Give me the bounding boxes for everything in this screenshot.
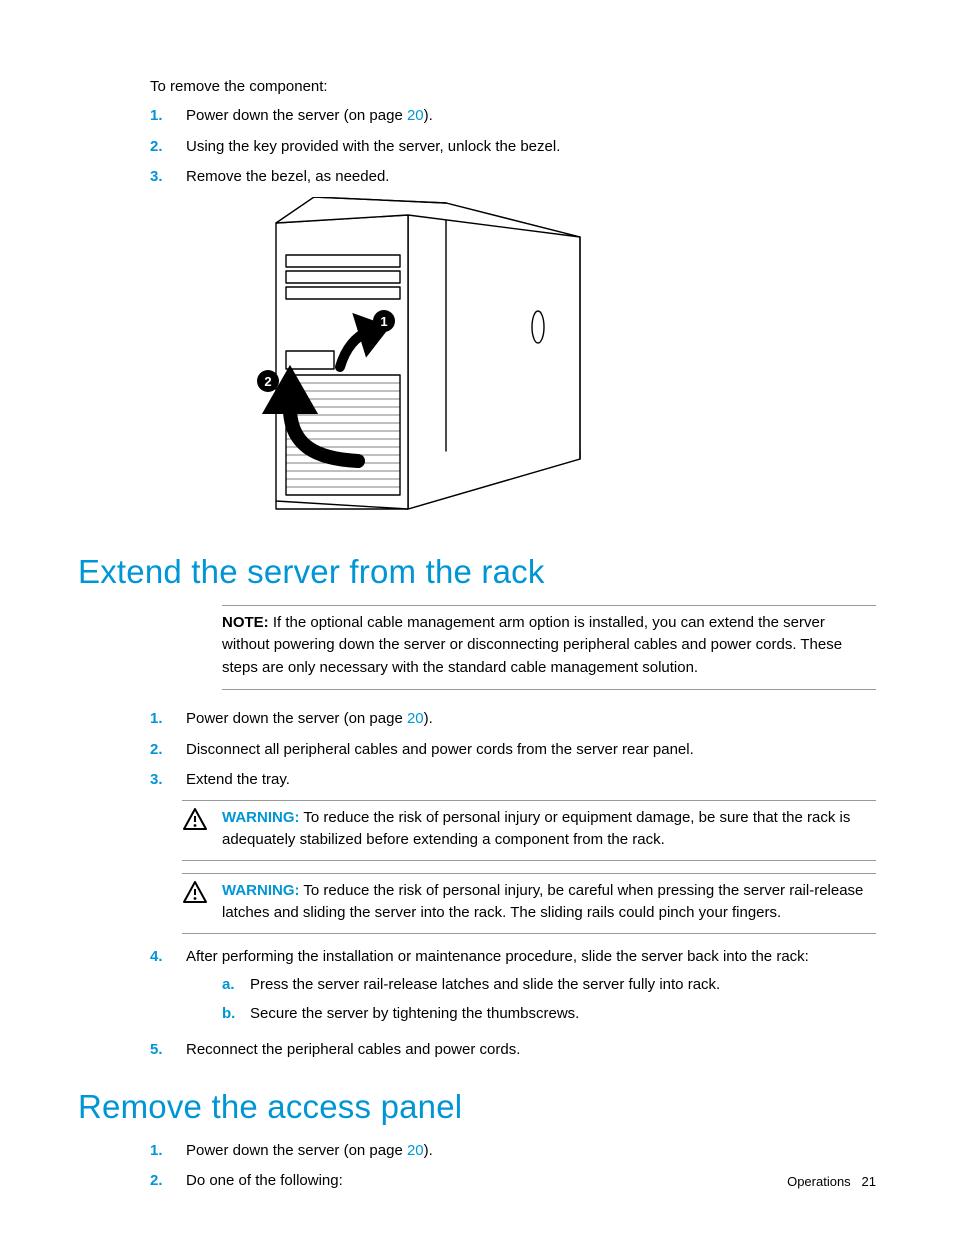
remove-access-panel-steps: 1. Power down the server (on page 20). 2… — [150, 1140, 876, 1193]
page: To remove the component: 1. Power down t… — [0, 0, 954, 1235]
step-text: Power down the server (on page 20). — [186, 105, 876, 128]
intro-text: To remove the component: — [150, 78, 876, 95]
substep-letter: a. — [222, 974, 250, 997]
page-link[interactable]: 20 — [407, 1142, 424, 1159]
warning-text: WARNING: To reduce the risk of personal … — [222, 880, 876, 925]
page-link[interactable]: 20 — [407, 107, 424, 124]
step-number: 3. — [150, 769, 186, 792]
footer-section: Operations — [787, 1174, 851, 1189]
warning-block: WARNING: To reduce the risk of personal … — [182, 873, 876, 934]
step-text: Do one of the following: — [186, 1170, 876, 1193]
step-text: Reconnect the peripheral cables and powe… — [186, 1039, 876, 1062]
warning-icon — [182, 807, 222, 852]
step-post: ). — [424, 1142, 433, 1159]
step-pre: Power down the server (on page — [186, 107, 407, 124]
step-number: 1. — [150, 1140, 186, 1163]
warning-icon — [182, 880, 222, 925]
svg-text:2: 2 — [264, 374, 271, 389]
step-text: Power down the server (on page 20). — [186, 1140, 876, 1163]
warning-label: WARNING: — [222, 882, 300, 899]
step-number: 5. — [150, 1039, 186, 1062]
step-post: ). — [424, 710, 433, 727]
page-link[interactable]: 20 — [407, 710, 424, 727]
note-label: NOTE: — [222, 614, 269, 631]
step-number: 1. — [150, 105, 186, 128]
substep-text: Press the server rail-release latches an… — [250, 974, 876, 997]
page-footer: Operations 21 — [787, 1174, 876, 1189]
step-text: Remove the bezel, as needed. — [186, 166, 876, 189]
step-number: 2. — [150, 136, 186, 159]
footer-page-number: 21 — [862, 1174, 876, 1189]
step-number: 4. — [150, 946, 186, 1032]
step-text: Disconnect all peripheral cables and pow… — [186, 739, 876, 762]
note-text: If the optional cable management arm opt… — [222, 614, 842, 676]
warning-text: WARNING: To reduce the risk of personal … — [222, 807, 876, 852]
note-block: NOTE: If the optional cable management a… — [222, 605, 876, 691]
extend-server-steps-cont: 4. After performing the installation or … — [150, 946, 876, 1062]
extend-server-steps: 1. Power down the server (on page 20). 2… — [150, 708, 876, 792]
svg-text:1: 1 — [380, 314, 387, 329]
step-body: After performing the installation or mai… — [186, 948, 809, 965]
step-number: 2. — [150, 1170, 186, 1193]
remove-component-steps: 1. Power down the server (on page 20). 2… — [150, 105, 876, 189]
step-text: Extend the tray. — [186, 769, 876, 792]
step-number: 2. — [150, 739, 186, 762]
heading-extend-server: Extend the server from the rack — [78, 553, 876, 591]
step-pre: Power down the server (on page — [186, 1142, 407, 1159]
warning-body: To reduce the risk of personal injury, b… — [222, 882, 863, 922]
heading-remove-access-panel: Remove the access panel — [78, 1088, 876, 1126]
step-pre: Power down the server (on page — [186, 710, 407, 727]
substep-letter: b. — [222, 1003, 250, 1026]
warning-block: WARNING: To reduce the risk of personal … — [182, 800, 876, 861]
step-post: ). — [424, 107, 433, 124]
server-bezel-illustration: 1 2 — [168, 197, 876, 527]
step-text: After performing the installation or mai… — [186, 946, 876, 1032]
sub-steps: a. Press the server rail-release latches… — [222, 974, 876, 1025]
step-number: 1. — [150, 708, 186, 731]
warning-label: WARNING: — [222, 809, 300, 826]
step-number: 3. — [150, 166, 186, 189]
step-text: Using the key provided with the server, … — [186, 136, 876, 159]
substep-text: Secure the server by tightening the thum… — [250, 1003, 876, 1026]
warning-body: To reduce the risk of personal injury or… — [222, 809, 850, 849]
step-text: Power down the server (on page 20). — [186, 708, 876, 731]
